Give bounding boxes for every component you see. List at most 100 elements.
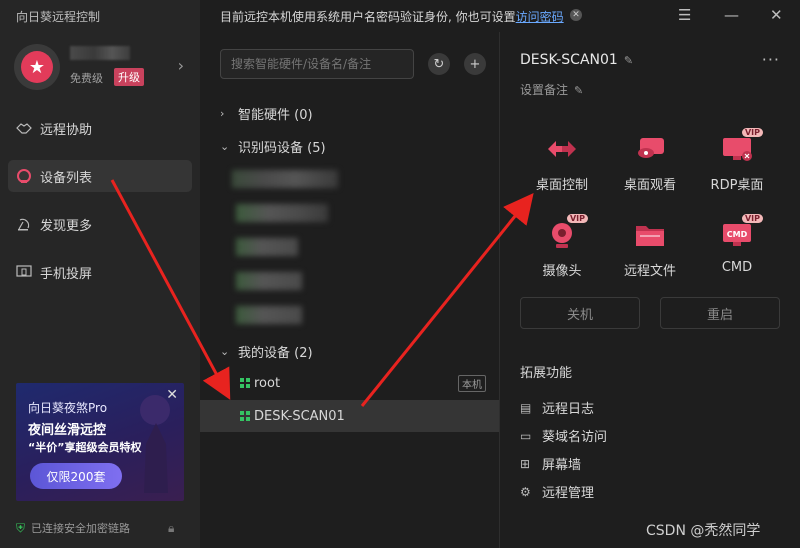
handshake-icon <box>16 120 32 136</box>
notice-bar: 目前远控本机使用系统用户名密码验证身份, 你也可设置访问密码 <box>220 8 564 25</box>
ext-domain-access[interactable]: ▭ 葵域名访问 <box>520 426 607 446</box>
action-cmd[interactable]: CMD VIP CMD <box>697 214 777 275</box>
app-title: 向日葵远程控制 <box>16 10 101 24</box>
nav-device-list[interactable]: 设备列表 <box>8 160 192 192</box>
action-label: 摄像头 <box>542 264 582 279</box>
device-row-desk-scan01[interactable]: DESK-SCAN01 <box>200 400 500 432</box>
chevron-down-icon: ⌄ <box>220 140 230 153</box>
gear-icon: ⚙ <box>520 484 531 499</box>
username-blurred <box>70 46 130 60</box>
ext-label: 屏幕墙 <box>542 458 582 473</box>
access-password-link[interactable]: 访问密码 <box>516 10 564 24</box>
device-list-icon <box>16 168 32 184</box>
action-rdp-desktop[interactable]: VIP RDP桌面 <box>697 128 777 193</box>
log-icon: ▤ <box>520 400 532 415</box>
castle-decoration <box>144 423 168 493</box>
vip-badge: VIP <box>741 128 763 137</box>
device-title: DESK-SCAN01 ✎ <box>520 52 633 68</box>
ext-remote-log[interactable]: ▤ 远程日志 <box>520 398 595 418</box>
refresh-icon[interactable]: ↻ <box>428 53 450 75</box>
windows-icon <box>240 411 250 421</box>
plan-label: 免费级 <box>70 72 103 85</box>
group-smart-hardware[interactable]: › 智能硬件 (0) <box>220 104 313 123</box>
menu-icon[interactable]: ☰ <box>678 6 691 24</box>
edit-icon[interactable]: ✎ <box>574 84 583 97</box>
promo-line3: “半价”享超级会员特权 <box>28 441 142 454</box>
edit-icon[interactable]: ✎ <box>624 54 633 67</box>
device-detail-pane: DESK-SCAN01 ✎ ··· 设置备注 ✎ 桌面控制 桌面观看 VIP RDP… <box>500 32 800 548</box>
desktop-control-icon <box>544 134 580 164</box>
domain-icon: ▭ <box>520 428 532 443</box>
device-list-pane: ↻ + › 智能硬件 (0) ⌄ 识别码设备 (5) ⌄ 我的设备 (2) ro… <box>200 32 500 548</box>
nav-discover[interactable]: 发现更多 <box>8 208 192 240</box>
discover-icon <box>16 216 32 232</box>
action-label: CMD <box>721 260 753 275</box>
blurred-device-4[interactable] <box>236 272 302 290</box>
connection-status: ⛨ 已连接安全加密链路 🔒︎ <box>16 520 174 536</box>
group-id-code-devices[interactable]: ⌄ 识别码设备 (5) <box>220 137 326 156</box>
blurred-device-2[interactable] <box>236 204 328 222</box>
nav-label: 设备列表 <box>40 170 93 186</box>
shutdown-button[interactable]: 关机 <box>520 297 640 329</box>
rdp-desktop-icon: VIP <box>719 128 763 164</box>
remark-label: 设置备注 <box>520 83 569 97</box>
search-input[interactable] <box>220 49 414 79</box>
ext-label: 远程日志 <box>542 402 595 417</box>
blurred-device-5[interactable] <box>236 306 302 324</box>
cmd-icon-text: CMD <box>727 230 748 239</box>
action-label: 桌面观看 <box>623 178 676 193</box>
screen-wall-icon: ⊞ <box>520 456 531 471</box>
set-remark[interactable]: 设置备注 ✎ <box>520 81 583 98</box>
nav-label: 远程协助 <box>40 122 93 138</box>
lock-icon[interactable]: 🔒︎ <box>168 521 174 536</box>
close-window-icon[interactable]: ✕ <box>770 6 783 24</box>
promo-button[interactable]: 仅限200套 <box>30 463 122 489</box>
notice-text: 目前远控本机使用系统用户名密码验证身份, 你也可设置 <box>220 10 516 24</box>
nav-label: 发现更多 <box>40 218 93 234</box>
promo-line1: 向日葵夜煞Pro <box>28 401 108 415</box>
minimize-icon[interactable]: — <box>724 6 739 24</box>
vip-badge: VIP <box>566 214 588 223</box>
blurred-device-1[interactable] <box>232 170 338 188</box>
sidebar: 向日葵远程控制 ★ 免费级 升级 › 远程协助 设备列表 发现更多 手机投屏 ✕ <box>0 0 200 548</box>
restart-button[interactable]: 重启 <box>660 297 780 329</box>
profile-card[interactable]: ★ 免费级 升级 › <box>14 42 190 92</box>
status-text: 已连接安全加密链路 <box>31 522 131 535</box>
extensions-title: 拓展功能 <box>520 366 573 381</box>
vip-badge: VIP <box>741 214 763 223</box>
top-bar: 目前远控本机使用系统用户名密码验证身份, 你也可设置访问密码 ✕ ☰ — ✕ <box>200 0 800 32</box>
group-label: 我的设备 (2) <box>238 346 313 361</box>
star-icon: ★ <box>21 51 53 83</box>
avatar[interactable]: ★ <box>14 44 60 90</box>
windows-icon <box>240 378 250 388</box>
action-remote-file[interactable]: 远程文件 <box>610 220 690 279</box>
device-title-text: DESK-SCAN01 <box>520 52 618 68</box>
watermark: CSDN @秃然同学 <box>646 523 761 539</box>
device-name: DESK-SCAN01 <box>254 408 345 424</box>
add-icon[interactable]: + <box>464 53 486 75</box>
action-camera[interactable]: VIP 摄像头 <box>522 214 602 279</box>
device-row-root[interactable]: root 本机 <box>200 367 500 399</box>
close-icon[interactable]: ✕ <box>166 387 178 403</box>
local-badge: 本机 <box>458 375 486 392</box>
cmd-icon: CMD VIP <box>719 214 763 250</box>
ext-screen-wall[interactable]: ⊞ 屏幕墙 <box>520 454 582 474</box>
folder-icon <box>632 220 668 250</box>
promo-banner[interactable]: ✕ 向日葵夜煞Pro 夜间丝滑远控 “半价”享超级会员特权 仅限200套 <box>16 383 184 501</box>
blurred-device-3[interactable] <box>236 238 298 256</box>
more-icon[interactable]: ··· <box>762 50 780 69</box>
ext-label: 远程管理 <box>542 486 595 501</box>
chevron-right-icon[interactable]: › <box>178 56 184 75</box>
action-desktop-control[interactable]: 桌面控制 <box>522 134 602 193</box>
desktop-view-icon <box>632 134 668 164</box>
upgrade-badge[interactable]: 升级 <box>114 68 144 86</box>
nav-remote-assist[interactable]: 远程协助 <box>8 112 192 144</box>
action-desktop-view[interactable]: 桌面观看 <box>610 134 690 193</box>
group-label: 智能硬件 (0) <box>238 108 313 123</box>
ext-remote-manage[interactable]: ⚙ 远程管理 <box>520 482 595 502</box>
nav-screen-cast[interactable]: 手机投屏 <box>8 256 192 288</box>
group-label: 识别码设备 (5) <box>238 141 326 156</box>
group-my-devices[interactable]: ⌄ 我的设备 (2) <box>220 342 313 361</box>
promo-line2: 夜间丝滑远控 <box>28 423 107 438</box>
close-notice-icon[interactable]: ✕ <box>570 9 582 21</box>
